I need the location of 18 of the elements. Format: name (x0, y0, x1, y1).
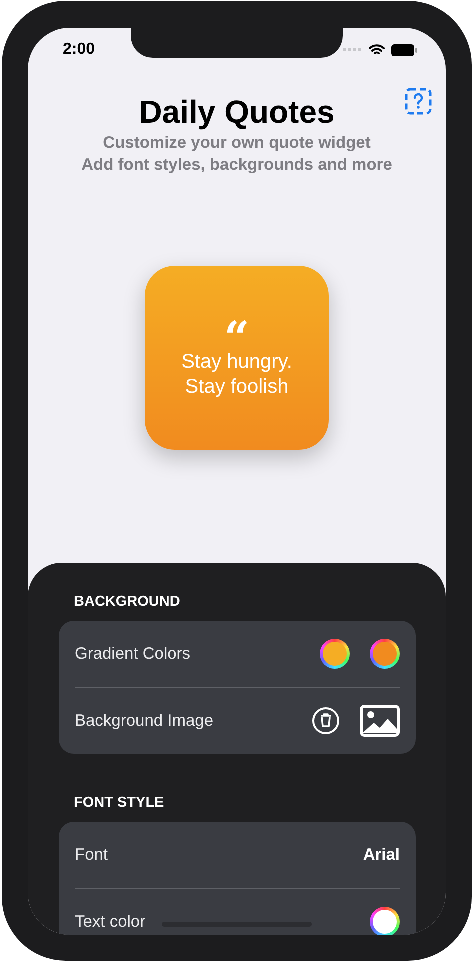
subtitle: Customize your own quote widget (103, 133, 371, 154)
app-title: Daily Quotes (139, 93, 335, 132)
section-title: BACKGROUND (74, 593, 180, 611)
row-label: Text color (75, 912, 146, 932)
subtitle: Add font styles, backgrounds and more (82, 155, 392, 176)
quote-text: Stay hungry. Stay foolish (182, 350, 292, 400)
font-value[interactable]: Arial (363, 846, 400, 864)
row-label: Font (75, 846, 108, 864)
battery-icon (391, 44, 418, 56)
signal-icon (343, 48, 363, 52)
trash-icon[interactable] (312, 707, 340, 735)
section-title: FONT STYLE (74, 794, 164, 812)
status-time: 2:00 (63, 41, 96, 59)
wifi-icon (369, 44, 385, 56)
help-icon[interactable] (405, 88, 432, 115)
row-label: Gradient Colors (75, 644, 191, 664)
image-icon[interactable] (360, 705, 400, 737)
row-label: Background Image (75, 712, 214, 730)
